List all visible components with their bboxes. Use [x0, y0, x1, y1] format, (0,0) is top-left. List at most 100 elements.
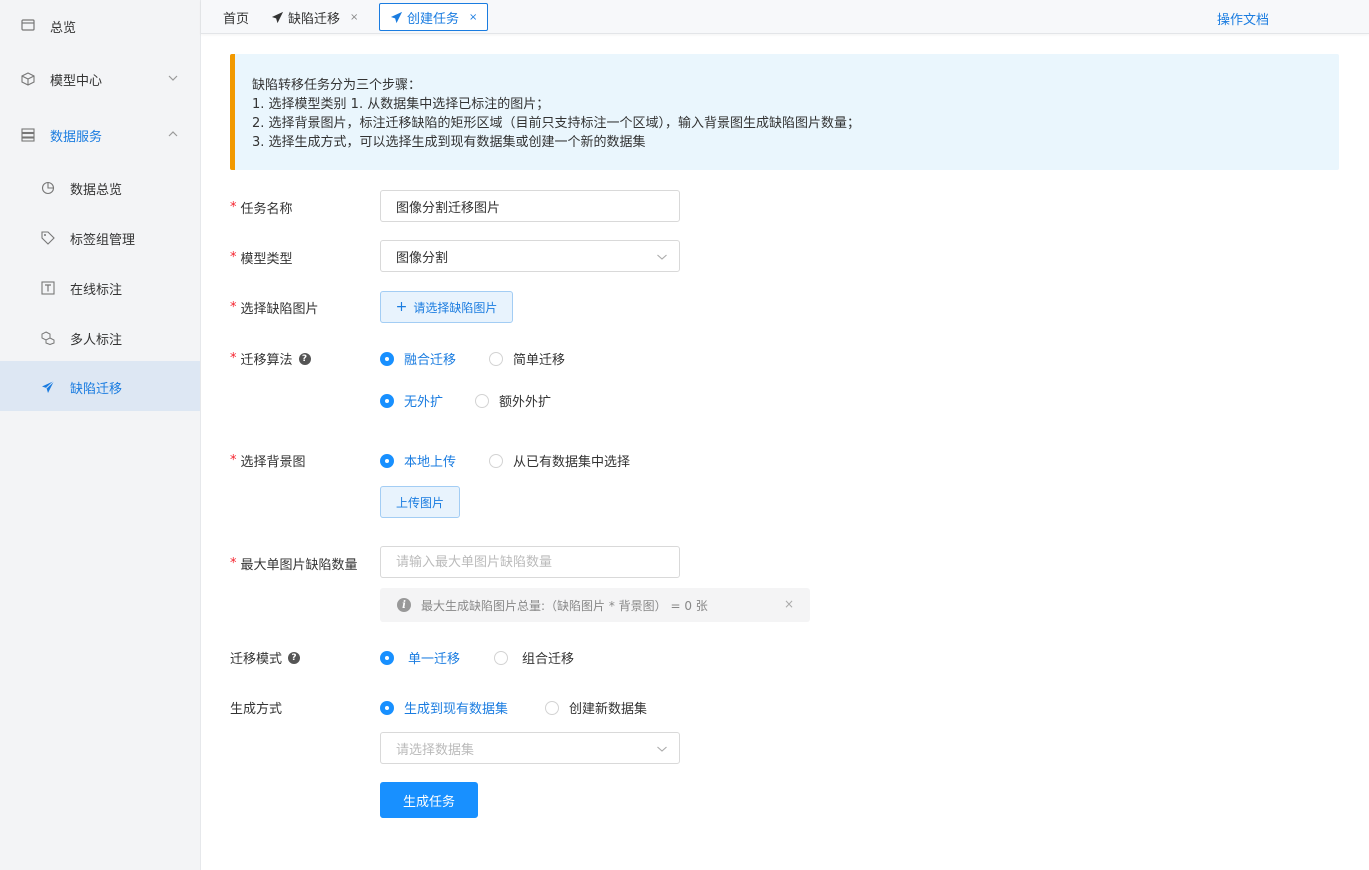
defect-image-label: * 选择缺陷图片: [230, 298, 319, 317]
max-defects-label: * 最大单图片缺陷数量: [230, 554, 358, 573]
tab-create-task[interactable]: 创建任务 ×: [379, 3, 489, 31]
label-text: 任务名称: [240, 202, 293, 217]
paper-plane-icon: [390, 11, 403, 24]
radio-existing-dataset[interactable]: 生成到现有数据集: [380, 698, 508, 717]
notice-text: 最大生成缺陷图片总量:（缺陷图片 * 背景图） = 0 张: [421, 598, 708, 613]
paper-plane-icon: [271, 11, 284, 24]
radio-local-upload[interactable]: 本地上传: [380, 451, 456, 470]
algorithm-label: * 迁移算法 ?: [230, 349, 311, 368]
overview-icon: [20, 17, 36, 33]
sidebar-item-overview[interactable]: 总览: [0, 0, 200, 50]
chevron-down-icon: [657, 254, 667, 260]
sidebar-item-model-center[interactable]: 模型中心: [0, 53, 200, 103]
radio-no-expand[interactable]: 无外扩: [380, 391, 443, 410]
chevron-down-icon: [657, 746, 667, 752]
sidebar-item-label: 标签组管理: [70, 233, 136, 248]
alert-line: 3. 选择生成方式，可以选择生成到现有数据集或创建一个新的数据集: [252, 135, 646, 150]
operation-docs-link[interactable]: 操作文档: [1217, 9, 1269, 28]
radio-label: 融合迁移: [404, 353, 457, 368]
radio-dot: [489, 351, 503, 366]
radio-simple-migration[interactable]: 简单迁移: [489, 349, 565, 368]
sidebar: 总览 模型中心 数据服务 数据总览 标签组管理 在线标注 多人标注 缺陷迁移: [0, 0, 201, 870]
radio-single-migration[interactable]: 单一迁移: [380, 648, 460, 667]
select-defect-image-button[interactable]: + 请选择缺陷图片: [380, 291, 513, 323]
label-text: 选择缺陷图片: [240, 302, 319, 317]
sidebar-item-label: 缺陷迁移: [70, 382, 123, 397]
label-text: 最大单图片缺陷数量: [240, 558, 358, 573]
tag-icon: [40, 230, 56, 246]
max-defects-input[interactable]: [380, 546, 680, 578]
chevron-down-icon: [168, 75, 178, 81]
close-icon[interactable]: ×: [784, 597, 794, 611]
alert-line: 1. 选择模型类别 1. 从数据集中选择已标注的图片；: [252, 97, 550, 112]
database-icon: [20, 127, 36, 143]
radio-label: 无外扩: [404, 395, 444, 410]
label-text: 生成方式: [230, 702, 283, 717]
close-icon[interactable]: ×: [469, 12, 477, 23]
radio-label: 额外外扩: [499, 395, 552, 410]
radio-dot: [545, 700, 559, 715]
required-mark: *: [230, 556, 237, 571]
input-value: 图像分割迁移图片: [396, 200, 501, 216]
label-text: 迁移算法: [240, 353, 293, 368]
sidebar-item-multi-annotation[interactable]: 多人标注: [0, 312, 200, 362]
sidebar-item-label: 模型中心: [50, 74, 103, 89]
radio-label: 单一迁移: [408, 652, 461, 667]
sidebar-item-online-annotation[interactable]: 在线标注: [0, 262, 200, 312]
cube-icon: [20, 71, 36, 87]
background-label: * 选择背景图: [230, 451, 306, 470]
upload-image-button[interactable]: 上传图片: [380, 486, 460, 518]
required-mark: *: [230, 300, 237, 315]
sidebar-item-data-overview[interactable]: 数据总览: [0, 162, 200, 212]
radio-from-dataset[interactable]: 从已有数据集中选择: [489, 451, 630, 470]
radio-new-dataset[interactable]: 创建新数据集: [545, 698, 647, 717]
task-name-label: * 任务名称: [230, 198, 293, 217]
radio-label: 本地上传: [404, 455, 457, 470]
chevron-up-icon: [168, 131, 178, 137]
required-mark: *: [230, 453, 237, 468]
tab-label: 创建任务: [407, 11, 460, 27]
alert-line: 缺陷转移任务分为三个步骤：: [252, 78, 422, 93]
text-box-icon: [40, 280, 56, 296]
model-type-label: * 模型类型: [230, 248, 293, 267]
required-mark: *: [230, 351, 237, 366]
help-icon[interactable]: ?: [288, 651, 301, 664]
dataset-select[interactable]: 请选择数据集: [380, 732, 680, 764]
tab-defect-migration[interactable]: 缺陷迁移 ×: [271, 3, 358, 31]
info-icon: i: [397, 598, 411, 612]
sidebar-item-label: 数据总览: [70, 183, 123, 198]
radio-dot: [494, 650, 508, 665]
radio-fusion-migration[interactable]: 融合迁移: [380, 349, 456, 368]
generate-label: 生成方式: [230, 698, 282, 717]
select-placeholder: 请选择数据集: [396, 742, 475, 758]
pie-chart-icon: [40, 180, 56, 196]
sidebar-item-defect-migration[interactable]: 缺陷迁移: [0, 361, 200, 411]
button-label: 生成任务: [402, 794, 455, 810]
radio-combined-migration[interactable]: 组合迁移: [494, 648, 574, 667]
tab-home[interactable]: 首页: [223, 3, 249, 31]
info-alert: 缺陷转移任务分为三个步骤： 1. 选择模型类别 1. 从数据集中选择已标注的图片…: [230, 54, 1339, 170]
paper-plane-icon: [40, 379, 56, 395]
close-icon[interactable]: ×: [350, 12, 358, 23]
label-text: 选择背景图: [240, 455, 306, 470]
button-label: 上传图片: [395, 495, 444, 510]
task-name-input[interactable]: 图像分割迁移图片: [380, 190, 680, 222]
model-type-select[interactable]: 图像分割: [380, 240, 680, 272]
radio-dot: [380, 393, 394, 408]
label-text: 模型类型: [240, 252, 293, 267]
radio-dot: [380, 700, 394, 715]
radio-dot: [380, 453, 394, 468]
radio-dot: [380, 650, 394, 665]
help-icon[interactable]: ?: [298, 352, 311, 365]
sidebar-item-label: 数据服务: [50, 130, 103, 145]
tab-label: 缺陷迁移: [288, 11, 341, 27]
generate-task-button[interactable]: 生成任务: [380, 782, 478, 818]
sidebar-item-data-service[interactable]: 数据服务: [0, 109, 200, 159]
tab-bar: 首页 缺陷迁移 × 创建任务 × 操作文档: [201, 0, 1369, 34]
sidebar-item-label: 总览: [50, 21, 77, 36]
radio-dot: [475, 393, 489, 408]
sidebar-item-tag-groups[interactable]: 标签组管理: [0, 212, 200, 262]
radio-label: 创建新数据集: [569, 702, 648, 717]
radio-extra-expand[interactable]: 额外外扩: [475, 391, 551, 410]
mode-label: 迁移模式 ?: [230, 648, 301, 667]
